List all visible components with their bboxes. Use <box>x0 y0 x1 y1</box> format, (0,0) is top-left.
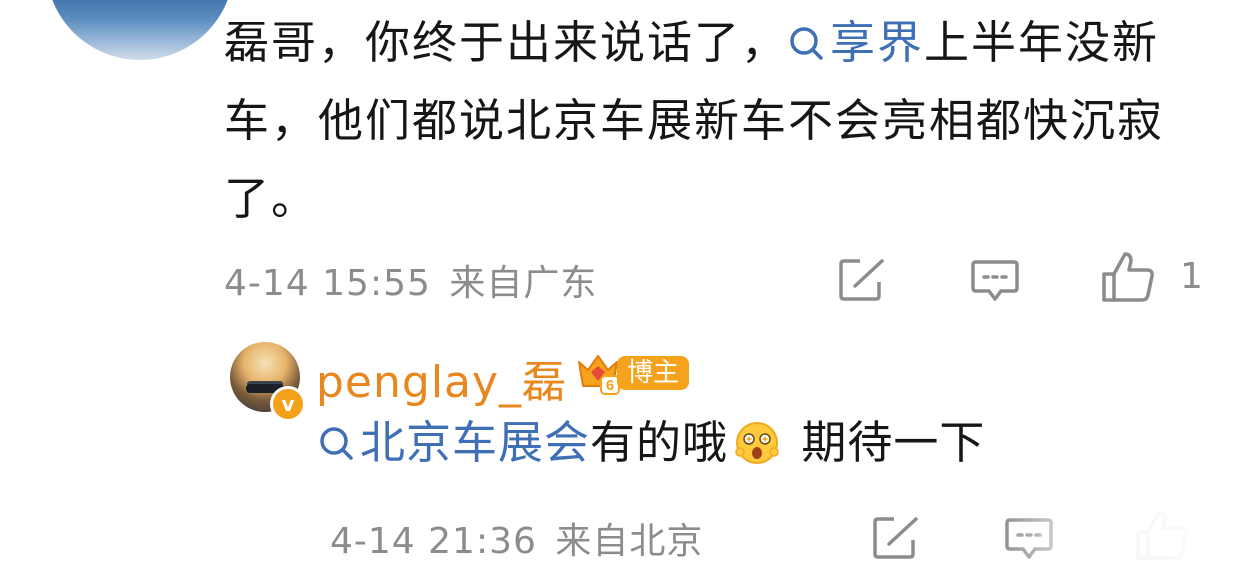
bottom-fade-overlay <box>1000 500 1256 563</box>
topic-link-beijing-autoshow[interactable]: 北京车展会 <box>318 416 590 469</box>
share-icon[interactable] <box>838 256 888 304</box>
comment-icon[interactable] <box>970 258 1020 304</box>
commenter-avatar[interactable] <box>46 0 234 60</box>
reply-share-icon[interactable] <box>872 514 922 562</box>
search-icon <box>790 27 823 60</box>
reply-text-part2: 期待一下 <box>786 416 986 469</box>
verified-badge-icon: v <box>270 386 306 422</box>
topic-label: 北京车展会 <box>360 416 591 469</box>
topic-label: 享界 <box>830 16 925 69</box>
reply-text-part1: 有的哦 <box>590 416 729 469</box>
topic-link-xiangjie[interactable]: 享界 <box>788 16 924 69</box>
replier-username[interactable]: penglay_磊 <box>316 346 567 410</box>
comment-time: 4-14 15:55 <box>224 263 431 304</box>
search-icon <box>320 427 353 460</box>
reply-body: 北京车展会有的哦 期待一下 <box>318 408 985 478</box>
reply-meta: 4-14 21:36 来自北京 <box>330 512 703 564</box>
crown-level-icon: 6 <box>578 355 620 395</box>
starry-eyed-emoji-icon <box>735 422 779 464</box>
like-count: 1 <box>1180 256 1203 297</box>
comment-text-part1: 磊哥，你终于出来说话了， <box>224 16 789 69</box>
comment-meta: 4-14 15:55 来自广东 <box>224 254 597 306</box>
reply-time: 4-14 21:36 <box>330 521 537 562</box>
reply-location: 来自北京 <box>555 521 704 562</box>
comment-location: 来自广东 <box>449 263 598 304</box>
like-icon[interactable] <box>1100 250 1156 304</box>
comment-body: 磊哥，你终于出来说话了， 享界上半年没新车，他们都说北京车展新车不会亮相都快沉寂了… <box>224 4 1204 238</box>
badge-level: 6 <box>606 377 614 394</box>
badge-label: 博主 <box>617 356 690 390</box>
